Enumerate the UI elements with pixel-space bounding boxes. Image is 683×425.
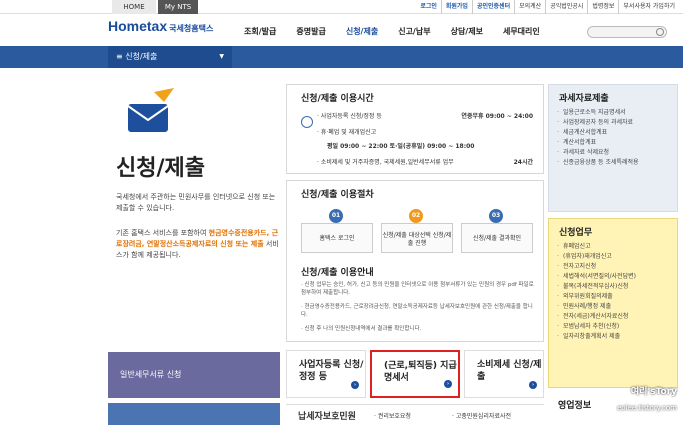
breadcrumb-bar: ≡ 신청/제출 ▼	[0, 46, 683, 68]
search-icon[interactable]	[656, 28, 664, 36]
cert-center-link[interactable]: 공인인증센터	[471, 0, 514, 14]
list-item[interactable]: 일자리창출계획서 제출	[557, 332, 677, 342]
time-row1-value: 연중무휴 09:00 ~ 24:00	[461, 113, 533, 120]
step1-box: 홈택스 로그인	[301, 223, 373, 253]
nav-certificate[interactable]: 증명발급	[286, 26, 335, 37]
step3-box: 신청/제출 결과확인	[461, 223, 533, 253]
application-tasks-box: 신청업무 휴폐업신고 (휴업자)재개업신고 전자고지신청 세법해석(서면질의/사…	[548, 218, 678, 388]
law-info-link[interactable]: 법령정보	[587, 0, 618, 14]
breadcrumb-current: 신청/제출	[125, 52, 158, 61]
list-item[interactable]: 민원사례/행정 제출	[557, 302, 677, 312]
business-registration-label: 사업자등록 신청/정정 등	[299, 360, 364, 382]
time-row2-label: · 휴·폐업 및 재개업신고	[317, 129, 377, 136]
time-row2-value: 평일 09:00 ~ 22:00 토·일(공휴일) 09:00 ~ 18:00	[327, 143, 475, 150]
intro-description: 국세청에서 주관하는 민원사무를 인터넷으로 신청 또는 제출할 수 있습니다.	[116, 193, 276, 212]
guide-item3: · 신청 후 나의 민원신청내역에서 결과를 확인합니다.	[301, 326, 422, 332]
business-registration-tile[interactable]: 사업자등록 신청/정정 등 ›	[286, 350, 366, 398]
public-corp-link[interactable]: 공익법인공시	[545, 0, 587, 14]
step2-number: 02	[409, 209, 423, 223]
list-item[interactable]: 일용근로소득 지급명세서	[557, 108, 677, 118]
clock-icon	[301, 116, 313, 128]
logo-text: Hometax	[108, 18, 168, 34]
watermark-name: 여리'sTory	[630, 387, 677, 397]
watermark-url: eolee.tistory.com	[617, 404, 677, 412]
taxpayer-protection-row: 납세자보호민원 · 권리보호요청 · 고충민원심리자료사전	[286, 404, 544, 422]
list-item[interactable]: 전자고지신청	[557, 262, 677, 272]
step2-box: 신청/제출 대상선택 신청/제출 진행	[381, 223, 453, 253]
signup-link[interactable]: 회원가입	[440, 0, 472, 14]
step3-number: 03	[489, 209, 503, 223]
nav-consult[interactable]: 상담/제보	[441, 26, 493, 37]
search-input[interactable]	[587, 26, 667, 38]
service-description: 기존 홈택스 서비스를 포함하여 현금영수증전용카드, 근로장려금, 연말정산소…	[116, 228, 282, 261]
mynts-tab[interactable]: My NTS	[158, 0, 198, 14]
global-nav: 조회/발급 증명발급 신청/제출 신고/납부 상담/제보 세무대리인	[234, 26, 550, 37]
list-item[interactable]: 사업장제공자 등의 과세자료	[557, 118, 677, 128]
envelope-pen-icon	[127, 88, 174, 132]
list-item[interactable]: 모범납세자 추천(신청)	[557, 322, 677, 332]
general-docs-button[interactable]: 일반세무서류 신청	[108, 352, 280, 398]
time-row1-label: · 사업자등록 신청/정정 등	[317, 113, 382, 120]
breadcrumb-dropdown[interactable]: ≡ 신청/제출 ▼	[108, 46, 232, 68]
tax-data-submit-title: 과세자료제출	[559, 94, 609, 104]
arrow-right-icon: ›	[351, 381, 359, 389]
usage-time-panel: 신청/제출 이용시간 · 사업자등록 신청/정정 등 연중무휴 09:00 ~ …	[286, 84, 544, 174]
step1-number: 01	[329, 209, 343, 223]
rights-protection-link[interactable]: · 권리보호요청	[374, 411, 411, 420]
page-title: 신청/제출	[116, 156, 205, 181]
util-links: 로그인 회원가입 공인인증센터 모의계산 공익법인공시 법령정보 부서사용자 가…	[416, 0, 679, 14]
nav-inquiry[interactable]: 조회/발급	[234, 26, 286, 37]
arrow-right-icon: ›	[444, 380, 452, 388]
list-item[interactable]: 전자(세금)계산서자료신청	[557, 312, 677, 322]
time-row3-label: · 소비제세 및 거주자증명, 국제세원,일반세무서류 업무	[317, 159, 454, 166]
procedure-title: 신청/제출 이용절차	[301, 190, 374, 200]
left-intro: 신청/제출 국세청에서 주관하는 민원사무를 인터넷으로 신청 또는 제출할 수…	[108, 68, 282, 425]
login-link[interactable]: 로그인	[416, 0, 441, 14]
menu-icon: ≡	[116, 52, 126, 61]
consumption-tax-tile[interactable]: 소비제세 신청/제출 ›	[464, 350, 544, 398]
time-row3-value: 24시간	[513, 159, 533, 166]
list-item[interactable]: 과세자료 삭제요청	[557, 148, 677, 158]
top-utility-bar: HOME My NTS 로그인 회원가입 공인인증센터 모의계산 공익법인공시 …	[0, 0, 683, 14]
grievance-link[interactable]: · 고충민원심리자료사전	[452, 411, 511, 420]
list-item[interactable]: 세법해석(서면질의/사전답변)	[557, 272, 677, 282]
hometax-logo[interactable]: Hometax 국세청홈택스	[108, 18, 213, 34]
logo-subtext: 국세청홈택스	[169, 24, 214, 33]
list-item[interactable]: (휴업자)재개업신고	[557, 252, 677, 262]
procedure-panel: 신청/제출 이용절차 01 홈택스 로그인 02 신청/제출 대상선택 신청/제…	[286, 180, 544, 342]
consumption-tax-label: 소비제세 신청/제출	[477, 360, 542, 382]
simulation-link[interactable]: 모의계산	[514, 0, 545, 14]
chevron-down-icon: ▼	[219, 53, 224, 60]
list-item[interactable]: 휴폐업신고	[557, 242, 677, 252]
list-item[interactable]: 세금계산서합계표	[557, 128, 677, 138]
nav-filing[interactable]: 신고/납부	[388, 26, 440, 37]
payment-statement-tile[interactable]: (근로,퇴직등) 지급명세서 ›	[370, 350, 460, 398]
arrow-right-icon: ›	[529, 381, 537, 389]
list-item[interactable]: 외부위원회질의제출	[557, 292, 677, 302]
home-tab[interactable]: HOME	[112, 0, 156, 14]
list-item[interactable]: 계산서합계표	[557, 138, 677, 148]
guide-item1: · 신청 업무는 승인, 허가, 신고 등의 민원을 인터넷으로 이용 첨부서류…	[301, 282, 534, 296]
list-item[interactable]: 신종금융상품 등 조세특례적용	[557, 158, 677, 168]
list-item[interactable]: 불복(과세전적부심사)신청	[557, 282, 677, 292]
usage-time-title: 신청/제출 이용시간	[301, 94, 374, 104]
nav-application[interactable]: 신청/제출	[336, 26, 388, 37]
main-header: Hometax 국세청홈택스 조회/발급 증명발급 신청/제출 신고/납부 상담/…	[0, 14, 683, 46]
taxpayer-protection-label[interactable]: 납세자보호민원	[298, 409, 356, 422]
nav-agent[interactable]: 세무대리인	[493, 26, 550, 37]
guide-item2: · 현금영수증전용카드, 근로장려금신청, 연말소득공제자료등 납세자보호민원에…	[301, 304, 533, 318]
guide-title: 신청/제출 이용안내	[301, 268, 374, 278]
dept-user-link[interactable]: 부서사용자 가입하기	[618, 0, 679, 14]
application-tasks-title: 신청업무	[559, 228, 593, 238]
desc-prefix: 기존 홈택스 서비스를 포함하여	[116, 229, 207, 237]
tax-data-submit-box: 과세자료제출 일용근로소득 지급명세서 사업장제공자 등의 과세자료 세금계산서…	[548, 84, 678, 212]
